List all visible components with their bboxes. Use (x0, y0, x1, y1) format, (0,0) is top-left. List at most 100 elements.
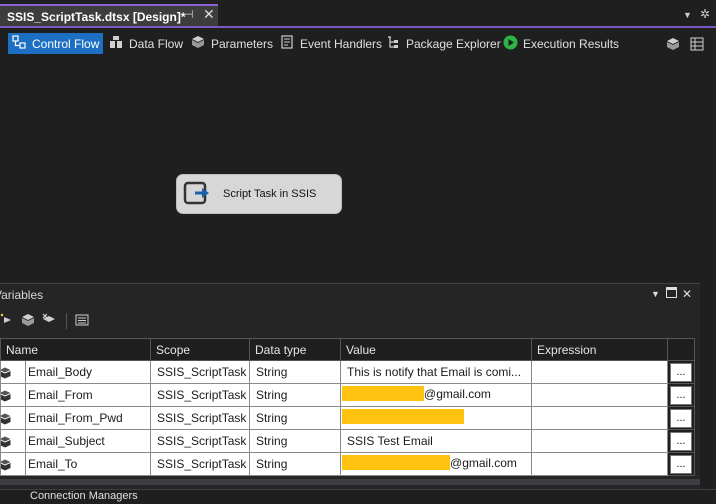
tab-label: Data Flow (129, 36, 184, 51)
variable-name[interactable]: Email_Subject (24, 429, 152, 453)
package-icon[interactable] (666, 37, 680, 54)
column-header-expression[interactable]: Expression (531, 338, 669, 361)
variable-expression[interactable] (531, 406, 669, 430)
redaction-block (342, 455, 451, 470)
redaction-block (342, 386, 425, 401)
variable-icon (0, 383, 26, 407)
tab-execution-results[interactable]: Execution Results (499, 33, 623, 54)
pin-icon[interactable]: ⊣ (184, 8, 194, 21)
table-row[interactable]: Email_To SSIS_ScriptTask String @gmail.c… (0, 452, 696, 476)
variable-data-type[interactable]: String (249, 406, 342, 430)
table-row[interactable]: Email_From SSIS_ScriptTask String @gmail… (0, 383, 696, 407)
variable-icon (0, 429, 26, 453)
variable-value[interactable]: This is notify that Email is comi... (340, 360, 533, 384)
column-header-value[interactable]: Value (340, 338, 533, 361)
variable-data-type[interactable]: String (249, 429, 342, 453)
tab-label: Event Handlers (300, 36, 383, 51)
expression-builder-cell: ... (667, 429, 696, 453)
variable-value[interactable]: SSIS Test Email (340, 429, 533, 453)
table-row[interactable]: Email_From_Pwd SSIS_ScriptTask String ..… (0, 406, 696, 430)
redaction-block (342, 409, 465, 424)
expression-builder-button[interactable]: ... (670, 385, 693, 405)
variable-value-suffix: @gmail.com (424, 386, 491, 401)
grid-header-row: Name Scope Data type Value Expression (0, 338, 696, 361)
variable-scope[interactable]: SSIS_ScriptTask (150, 406, 251, 430)
chevron-down-icon[interactable]: ▼ (651, 289, 660, 299)
table-row[interactable]: Email_Subject SSIS_ScriptTask String SSI… (0, 429, 696, 453)
parameters-icon (190, 35, 206, 52)
variable-value-suffix: @gmail.com (450, 455, 517, 470)
script-task-node[interactable]: Script Task in SSIS (176, 174, 342, 214)
variable-expression[interactable] (531, 383, 669, 407)
variable-value[interactable]: @gmail.com (340, 383, 533, 407)
table-row[interactable]: Email_Body SSIS_ScriptTask String This i… (0, 360, 696, 384)
toolbar-separator (66, 313, 67, 329)
chevron-down-icon[interactable]: ▼ (683, 10, 692, 20)
variable-icon (0, 452, 26, 476)
bottom-tab-bar: Connection Managers (0, 489, 716, 504)
variable-data-type[interactable]: String (249, 360, 342, 384)
maximize-icon[interactable] (666, 287, 677, 301)
variables-panel: Variables ▼ ✕ Name Scope Data type (0, 283, 700, 489)
tab-parameters[interactable]: Parameters (187, 33, 277, 54)
variable-name[interactable]: Email_Body (24, 360, 152, 384)
close-icon[interactable]: ✕ (203, 6, 215, 23)
document-tab-title: SSIS_ScriptTask.dtsx [Design]* (7, 10, 186, 24)
designer-toolbar: Control Flow Data Flow Parameters Event … (0, 28, 716, 58)
tab-label: Execution Results (523, 36, 620, 51)
gear-icon[interactable]: ✲ (700, 7, 710, 21)
variables-grid-icon[interactable] (690, 37, 704, 54)
package-explorer-icon (385, 35, 401, 52)
expression-builder-button[interactable]: ... (670, 431, 693, 451)
variable-scope[interactable]: SSIS_ScriptTask (150, 383, 251, 407)
add-variable-icon[interactable] (0, 313, 14, 330)
document-tab[interactable]: SSIS_ScriptTask.dtsx [Design]* ⊣ ✕ (0, 4, 218, 28)
variable-icon (0, 360, 26, 384)
variable-name[interactable]: Email_From (24, 383, 152, 407)
grid-options-icon[interactable] (75, 313, 89, 330)
expression-builder-button[interactable]: ... (670, 362, 693, 382)
tab-event-handlers[interactable]: Event Handlers (276, 33, 386, 54)
control-flow-icon (11, 35, 27, 52)
data-flow-icon (108, 35, 124, 52)
delete-variable-icon[interactable] (42, 313, 56, 330)
variable-scope[interactable]: SSIS_ScriptTask (150, 429, 251, 453)
tab-label: Control Flow (32, 36, 100, 51)
variable-value-text: This is notify that Email is comi... (347, 365, 522, 379)
script-task-label: Script Task in SSIS (223, 188, 317, 200)
variable-scope[interactable]: SSIS_ScriptTask (150, 452, 251, 476)
variable-value-text: SSIS Test Email (347, 434, 433, 448)
variable-expression[interactable] (531, 452, 669, 476)
tab-control-flow[interactable]: Control Flow (8, 33, 104, 54)
variable-value[interactable] (340, 406, 533, 430)
event-handlers-icon (279, 35, 295, 52)
document-tab-bar: SSIS_ScriptTask.dtsx [Design]* ⊣ ✕ ▼ ✲ (0, 0, 716, 28)
variable-scope[interactable]: SSIS_ScriptTask (150, 360, 251, 384)
move-variable-icon[interactable] (21, 313, 35, 330)
variable-name[interactable]: Email_From_Pwd (24, 406, 152, 430)
tab-data-flow[interactable]: Data Flow (105, 33, 187, 54)
variables-title: Variables (0, 288, 44, 302)
expression-builder-button[interactable]: ... (670, 454, 693, 474)
variable-name[interactable]: Email_To (24, 452, 152, 476)
column-header-data-type[interactable]: Data type (249, 338, 342, 361)
variable-expression[interactable] (531, 360, 669, 384)
column-header-name[interactable]: Name (0, 338, 152, 361)
column-header-blank (667, 338, 696, 361)
variable-data-type[interactable]: String (249, 383, 342, 407)
expression-builder-button[interactable]: ... (670, 408, 693, 428)
expression-builder-cell: ... (667, 383, 696, 407)
variable-value[interactable]: @gmail.com (340, 452, 533, 476)
variable-data-type[interactable]: String (249, 452, 342, 476)
horizontal-scrollbar[interactable] (0, 479, 700, 485)
tab-package-explorer[interactable]: Package Explorer (382, 33, 505, 54)
close-icon[interactable]: ✕ (682, 287, 692, 301)
tab-label: Package Explorer (406, 36, 501, 51)
expression-builder-cell: ... (667, 406, 696, 430)
column-header-scope[interactable]: Scope (150, 338, 251, 361)
variables-toolbar (0, 310, 700, 332)
design-canvas[interactable]: Script Task in SSIS (0, 58, 716, 284)
variable-expression[interactable] (531, 429, 669, 453)
variables-titlebar: Variables ▼ ✕ (0, 284, 700, 306)
tab-connection-managers[interactable]: Connection Managers (30, 490, 138, 502)
